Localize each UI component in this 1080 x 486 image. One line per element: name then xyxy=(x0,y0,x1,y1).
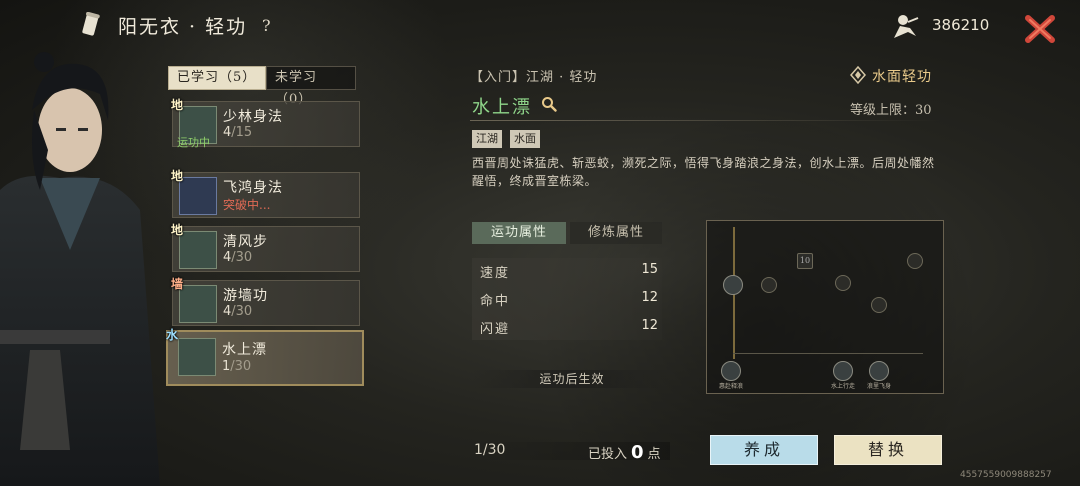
skill-level: 4/15 xyxy=(223,125,253,140)
breadcrumb: 【入门】江湖 · 轻功 xyxy=(470,70,598,85)
terrain-badge: 水 xyxy=(166,328,179,342)
running-status: 运功中 xyxy=(177,136,210,149)
skill-title: 水上漂 xyxy=(472,97,532,118)
skill-name: 游墙功 xyxy=(223,288,268,304)
divider xyxy=(470,120,940,121)
currency-value: 386210 xyxy=(932,16,990,34)
skill-scroll-icon xyxy=(179,177,217,215)
tab-active-attributes[interactable]: 运功属性 xyxy=(472,222,566,244)
skill-name: 清风步 xyxy=(223,234,268,250)
invested-points: 已投入 0 点 xyxy=(588,442,661,463)
stat-row: 速度 15 xyxy=(480,262,658,281)
skill-book-icon xyxy=(179,231,217,269)
tab-training-attributes[interactable]: 修炼属性 xyxy=(570,222,662,244)
search-icon[interactable] xyxy=(541,96,557,112)
effect-note: 运功后生效 xyxy=(472,370,672,388)
learned-tabs: 已学习（5） 未学习（0） xyxy=(168,66,356,107)
page-title: 阳无衣 · 轻功 xyxy=(118,16,248,38)
skill-book-icon xyxy=(178,338,216,376)
tree-node[interactable] xyxy=(835,275,851,291)
tab-learned[interactable]: 已学习（5） xyxy=(168,66,266,90)
tree-node[interactable] xyxy=(869,361,889,381)
tag-jianghu: 江湖 xyxy=(472,130,502,148)
skill-tree-map: 10 惠赴释浪 水上行走 浪里飞身 xyxy=(706,220,944,394)
help-button[interactable]: ? xyxy=(262,16,271,35)
scroll-icon xyxy=(82,12,100,36)
terrain-badge: 地 xyxy=(171,223,184,237)
skill-level: 4/30 xyxy=(223,250,253,265)
skill-book-icon xyxy=(179,285,217,323)
stat-row: 闪避 12 xyxy=(480,318,658,337)
node-label: 惠赴释浪 xyxy=(719,383,744,390)
skill-name: 少林身法 xyxy=(223,109,283,125)
skill-item-shuishangpiao[interactable]: 水 水上漂 1/30 xyxy=(166,328,364,386)
skill-level: 4/30 xyxy=(223,304,253,319)
terrain-badge: 墙 xyxy=(171,277,184,291)
tree-node[interactable] xyxy=(761,277,777,293)
stat-row: 命中 12 xyxy=(480,290,658,309)
tree-node[interactable] xyxy=(723,275,743,295)
map-line xyxy=(733,353,923,354)
tree-node[interactable] xyxy=(871,297,887,313)
terrain-badge: 地 xyxy=(171,169,184,183)
skill-item-feihong[interactable]: 地 飞鸿身法 突破中... xyxy=(171,169,360,218)
cultivate-button[interactable]: 养成 xyxy=(710,435,818,465)
breaking-status: 突破中... xyxy=(223,198,271,212)
tree-node[interactable]: 10 xyxy=(797,253,813,269)
node-label: 水上行走 xyxy=(831,383,856,390)
close-icon[interactable] xyxy=(1022,12,1058,46)
tree-node[interactable] xyxy=(907,253,923,269)
skill-name: 水上漂 xyxy=(222,342,267,358)
category-icon xyxy=(850,66,866,84)
ninja-currency-icon xyxy=(894,15,919,38)
skill-item-qingfeng[interactable]: 地 清风步 4/30 xyxy=(171,223,360,272)
tag-water: 水面 xyxy=(510,130,540,148)
user-id: 4557559009888257 xyxy=(960,470,1052,480)
terrain-badge: 地 xyxy=(171,98,184,112)
character-portrait xyxy=(0,52,160,486)
tree-node[interactable] xyxy=(833,361,853,381)
node-label: 浪里飞身 xyxy=(867,383,892,390)
tab-unlearned[interactable]: 未学习（0） xyxy=(266,66,356,107)
category-label: 水面轻功 xyxy=(872,69,932,85)
skill-description: 西晋周处诛猛虎、斩恶蛟，濒死之际，悟得飞身踏浪之身法，创水上漂。后周处幡然醒悟，… xyxy=(472,156,935,188)
replace-button[interactable]: 替换 xyxy=(834,435,942,465)
skill-item-shaolin[interactable]: 地 少林身法 4/15 运功中 xyxy=(171,98,360,149)
tree-node[interactable] xyxy=(721,361,741,381)
skill-name: 飞鸿身法 xyxy=(223,180,283,196)
skill-item-youqiang[interactable]: 墙 游墙功 4/30 xyxy=(171,277,360,326)
progress-text: 1/30 xyxy=(474,442,506,458)
level-cap: 等级上限：30 xyxy=(850,103,932,118)
skill-level: 1/30 xyxy=(222,359,252,374)
